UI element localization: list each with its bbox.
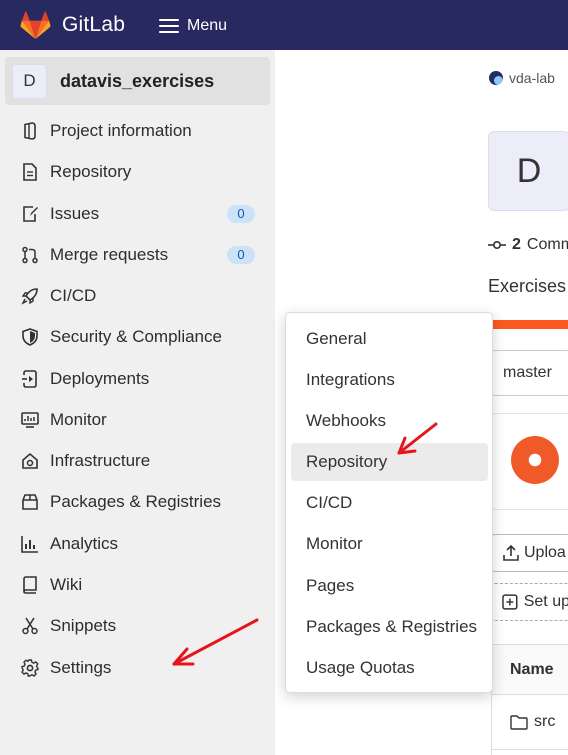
- language-bar: [493, 320, 568, 329]
- project-large-avatar: D: [488, 131, 568, 211]
- file-table: Name src: [491, 644, 568, 755]
- project-name: datavis_exercises: [60, 70, 215, 91]
- upload-label: Uploa: [524, 544, 566, 561]
- sidebar-item-label: Repository: [50, 162, 132, 181]
- upload-icon: [503, 544, 519, 561]
- sidebar-item-infrastructure[interactable]: Infrastructure: [0, 442, 275, 480]
- setup-label: Set up: [523, 593, 568, 610]
- sidebar-item-label: Analytics: [50, 534, 119, 553]
- issues-count-badge: 0: [227, 205, 255, 223]
- upload-file-button[interactable]: Uploa: [491, 534, 568, 572]
- sidebar-item-merge-requests[interactable]: Merge requests 0: [0, 236, 275, 274]
- menu-label: Menu: [187, 16, 228, 34]
- commits-link[interactable]: 2 Comm: [488, 236, 568, 254]
- sidebar-item-packages-registries[interactable]: Packages & Registries: [0, 483, 275, 521]
- commit-icon: [488, 240, 506, 250]
- file-name[interactable]: src: [534, 713, 555, 731]
- settings-menu-integrations[interactable]: Integrations: [291, 361, 488, 399]
- top-bar: GitLab Menu: [0, 0, 568, 50]
- sidebar-item-label: Security & Compliance: [50, 327, 222, 346]
- set-up-ci-button[interactable]: Set up: [491, 583, 568, 621]
- sidebar-item-deployments[interactable]: Deployments: [0, 360, 275, 398]
- sidebar: D datavis_exercises Project information …: [0, 50, 275, 755]
- sidebar-item-label: Issues: [50, 204, 100, 223]
- sidebar-item-label: Wiki: [50, 575, 83, 594]
- package-icon: [22, 494, 38, 510]
- settings-menu-cicd[interactable]: CI/CD: [291, 484, 488, 522]
- plus-square-icon: [502, 594, 518, 610]
- infrastructure-icon: [22, 452, 38, 469]
- settings-menu-usage-quotas[interactable]: Usage Quotas: [291, 649, 488, 687]
- settings-menu-webhooks[interactable]: Webhooks: [291, 402, 488, 440]
- settings-menu-general[interactable]: General: [291, 320, 488, 358]
- gear-icon: [21, 659, 39, 677]
- project-description: Exercises: [488, 276, 567, 296]
- breadcrumb[interactable]: vda-lab: [489, 70, 555, 86]
- sidebar-item-snippets[interactable]: Snippets: [0, 607, 275, 645]
- folder-icon: [510, 714, 528, 730]
- sidebar-item-label: Packages & Registries: [50, 492, 222, 511]
- rocket-icon: [21, 288, 38, 305]
- table-header-name: Name: [492, 645, 568, 695]
- sidebar-item-label: Monitor: [50, 410, 107, 429]
- settings-menu-packages-registries[interactable]: Packages & Registries: [291, 608, 488, 646]
- chart-icon: [21, 536, 38, 553]
- commits-count: 2: [512, 236, 521, 253]
- monitor-icon: [21, 412, 39, 428]
- document-icon: [23, 163, 37, 181]
- sidebar-item-repository[interactable]: Repository: [0, 153, 275, 191]
- gitlab-logo-icon[interactable]: [20, 11, 51, 40]
- sidebar-item-label: Infrastructure: [50, 451, 151, 470]
- table-row[interactable]: src: [492, 695, 568, 750]
- group-avatar-icon: [489, 71, 503, 85]
- merge-requests-count-badge: 0: [227, 246, 255, 264]
- sidebar-item-analytics[interactable]: Analytics: [0, 525, 275, 563]
- hamburger-icon: [159, 18, 179, 33]
- settings-menu-repository[interactable]: Repository: [291, 443, 488, 481]
- issues-icon: [23, 206, 38, 222]
- project-info-icon: [24, 122, 36, 140]
- commits-label: Comm: [526, 236, 568, 253]
- scissors-icon: [22, 617, 38, 635]
- sidebar-item-issues[interactable]: Issues 0: [0, 195, 275, 233]
- sidebar-item-settings[interactable]: Settings: [0, 649, 275, 687]
- project-avatar: D: [12, 63, 47, 99]
- sidebar-item-label: Project information: [50, 121, 192, 140]
- sidebar-item-label: Settings: [50, 658, 112, 677]
- menu-button[interactable]: Menu: [151, 10, 235, 41]
- sidebar-item-project-information[interactable]: Project information: [0, 112, 275, 150]
- settings-menu-pages[interactable]: Pages: [291, 567, 488, 605]
- sidebar-item-label: Snippets: [50, 616, 117, 635]
- sidebar-item-wiki[interactable]: Wiki: [0, 566, 275, 604]
- settings-flyout-menu: General Integrations Webhooks Repository…: [285, 312, 493, 693]
- sidebar-item-cicd[interactable]: CI/CD: [0, 277, 275, 315]
- sidebar-item-label: Merge requests: [50, 245, 169, 264]
- sidebar-item-monitor[interactable]: Monitor: [0, 401, 275, 439]
- sidebar-item-label: Deployments: [50, 369, 150, 388]
- book-icon: [23, 576, 37, 594]
- shield-icon: [22, 328, 38, 346]
- settings-menu-monitor[interactable]: Monitor: [291, 525, 488, 563]
- sidebar-project-header[interactable]: D datavis_exercises: [5, 57, 270, 105]
- deployments-icon: [22, 370, 37, 388]
- branch-selector[interactable]: master: [491, 350, 568, 396]
- sidebar-item-label: CI/CD: [50, 286, 97, 305]
- gitlab-brand[interactable]: GitLab: [62, 13, 125, 37]
- last-commit-box: [491, 413, 568, 510]
- user-avatar[interactable]: [511, 436, 559, 484]
- sidebar-item-security-compliance[interactable]: Security & Compliance: [0, 318, 275, 356]
- merge-request-icon: [22, 246, 38, 264]
- breadcrumb-group[interactable]: vda-lab: [509, 70, 555, 86]
